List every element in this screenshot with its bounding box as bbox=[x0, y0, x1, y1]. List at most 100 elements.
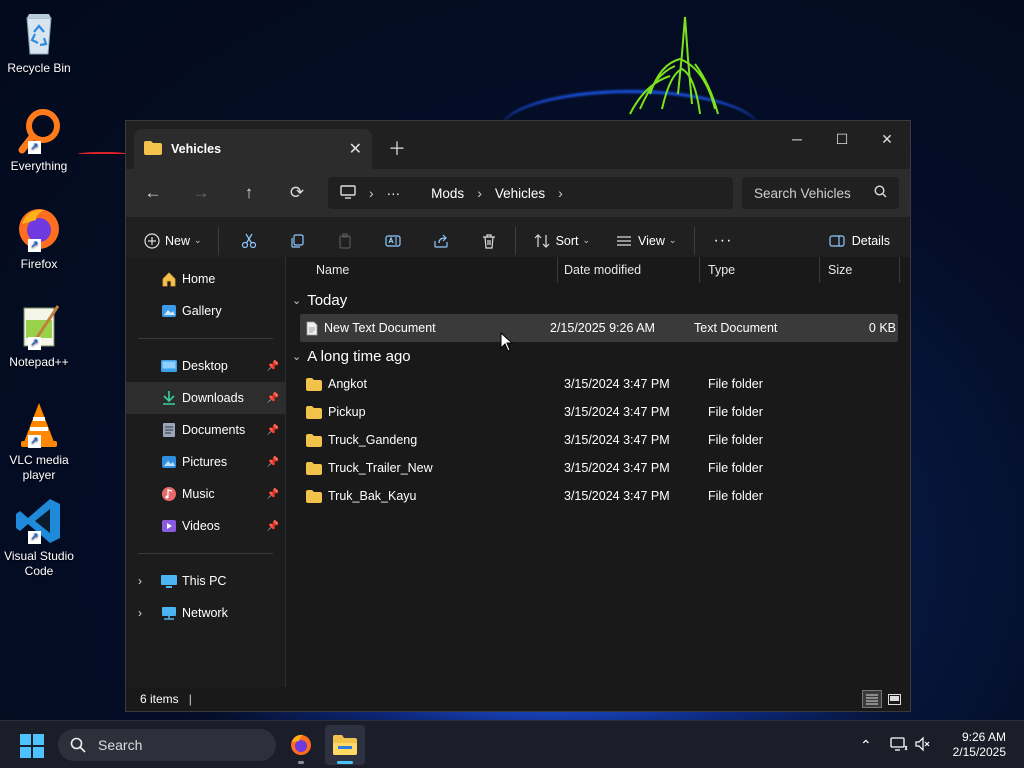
group-header-today[interactable]: ⌄ Today bbox=[286, 286, 910, 314]
desktop-icon-vlc[interactable]: ↗ VLC media player bbox=[0, 400, 78, 483]
shortcut-arrow-icon: ↗ bbox=[28, 337, 41, 350]
tiles-view-button[interactable] bbox=[884, 690, 904, 708]
music-icon bbox=[160, 485, 178, 503]
sidebar-item-network[interactable]: › Network bbox=[126, 597, 285, 629]
show-hidden-icons-chevron-icon[interactable]: ⌃ bbox=[860, 737, 872, 754]
column-header-name[interactable]: Name bbox=[308, 257, 558, 283]
text-file-icon bbox=[306, 321, 318, 336]
list-item[interactable]: Truck_Trailer_New 3/15/2024 3:47 PM File f… bbox=[286, 454, 910, 482]
desktop-icon-label: Recycle Bin bbox=[7, 61, 71, 75]
start-button[interactable] bbox=[20, 734, 44, 761]
sidebar-item-label: Documents bbox=[182, 423, 246, 437]
expand-chevron-icon[interactable]: › bbox=[138, 574, 142, 588]
close-window-button[interactable]: ✕ bbox=[864, 125, 910, 153]
breadcrumb-vehicles[interactable]: Vehicles bbox=[495, 186, 545, 201]
maximize-button[interactable]: ☐ bbox=[819, 125, 865, 153]
pin-icon[interactable]: 📌 bbox=[267, 489, 279, 500]
collapse-chevron-icon[interactable]: ⌄ bbox=[292, 294, 301, 307]
taskbar-clock[interactable]: 9:26 AM 2/15/2025 bbox=[953, 730, 1006, 760]
view-button[interactable]: View ⌄ bbox=[614, 231, 676, 251]
sidebar-item-gallery[interactable]: Gallery bbox=[126, 295, 285, 327]
refresh-button[interactable]: ⟳ bbox=[285, 181, 309, 205]
sidebar-item-desktop[interactable]: Desktop 📌 bbox=[126, 350, 285, 382]
tab-close-icon[interactable]: ✕ bbox=[349, 139, 362, 159]
copy-button[interactable] bbox=[287, 231, 307, 251]
taskbar-app-file-explorer[interactable] bbox=[325, 725, 365, 765]
column-header-date[interactable]: Date modified bbox=[556, 257, 700, 283]
expand-chevron-icon[interactable]: › bbox=[138, 606, 142, 620]
column-header-size[interactable]: Size bbox=[820, 257, 900, 283]
sort-button[interactable]: Sort ⌄ bbox=[532, 231, 590, 251]
share-button[interactable] bbox=[431, 231, 451, 251]
view-label: View bbox=[638, 233, 665, 248]
desktop-icon-everything[interactable]: ↗ Everything bbox=[0, 106, 78, 174]
toolbar-divider bbox=[514, 226, 516, 255]
breadcrumb-ellipsis[interactable]: ··· bbox=[387, 186, 401, 201]
shortcut-arrow-icon: ↗ bbox=[28, 531, 41, 544]
file-name-cell: New Text Document bbox=[306, 314, 436, 342]
sidebar-item-pictures[interactable]: Pictures 📌 bbox=[126, 446, 285, 478]
desktop-icon-firefox[interactable]: ↗ Firefox bbox=[0, 204, 78, 272]
breadcrumb-mods[interactable]: Mods bbox=[431, 186, 464, 201]
list-item[interactable]: New Text Document 2/15/2025 9:26 AM Text… bbox=[300, 314, 898, 342]
desktop-icon-notepadpp[interactable]: ↗ Notepad++ bbox=[0, 302, 78, 370]
rename-button[interactable] bbox=[383, 231, 403, 251]
up-button[interactable]: ↑ bbox=[237, 181, 261, 205]
address-bar[interactable]: › ··· Mods › Vehicles › bbox=[328, 177, 733, 209]
sidebar-divider bbox=[138, 553, 273, 554]
file-name: New Text Document bbox=[324, 321, 436, 335]
taskbar: Search ⌃ 9:26 AM 2/15/2025 bbox=[0, 720, 1024, 768]
pin-icon[interactable]: 📌 bbox=[267, 425, 279, 436]
list-item[interactable]: Truck_Gandeng 3/15/2024 3:47 PM File folde… bbox=[286, 426, 910, 454]
this-pc-icon bbox=[160, 572, 178, 590]
sidebar-item-this-pc[interactable]: › This PC bbox=[126, 565, 285, 597]
windows-logo-icon bbox=[20, 734, 44, 758]
forward-button[interactable]: → bbox=[189, 181, 213, 205]
file-date: 3/15/2024 3:47 PM bbox=[564, 489, 670, 503]
desktop-icon-recycle-bin[interactable]: Recycle Bin bbox=[0, 8, 78, 76]
minimize-button[interactable]: ─ bbox=[774, 125, 820, 153]
desktop-icon-label: Everything bbox=[10, 159, 68, 173]
file-name: Truck_Gandeng bbox=[328, 433, 418, 447]
more-options-button[interactable]: ··· bbox=[713, 232, 732, 250]
back-button[interactable]: ← bbox=[141, 181, 165, 205]
breadcrumb-chevron-icon[interactable]: › bbox=[477, 185, 482, 201]
sidebar-item-downloads[interactable]: Downloads 📌 bbox=[126, 382, 285, 414]
list-item[interactable]: Pickup 3/15/2024 3:47 PM File folder bbox=[286, 398, 910, 426]
paste-button[interactable] bbox=[335, 231, 355, 251]
breadcrumb-chevron-icon[interactable]: › bbox=[558, 185, 563, 201]
column-header-type[interactable]: Type bbox=[700, 257, 820, 283]
taskbar-app-firefox[interactable] bbox=[281, 725, 321, 765]
sidebar-item-home[interactable]: Home bbox=[126, 263, 285, 295]
file-name: Truck_Trailer_New bbox=[328, 461, 433, 475]
cut-button[interactable] bbox=[239, 231, 259, 251]
list-item[interactable]: Truk_Bak_Kayu 3/15/2024 3:47 PM File folde… bbox=[286, 482, 910, 510]
collapse-chevron-icon[interactable]: ⌄ bbox=[292, 350, 301, 363]
sidebar-item-label: This PC bbox=[182, 574, 227, 588]
sidebar-item-music[interactable]: Music 📌 bbox=[126, 478, 285, 510]
pin-icon[interactable]: 📌 bbox=[267, 361, 279, 372]
tab-vehicles[interactable]: Vehicles ✕ bbox=[134, 129, 372, 169]
breadcrumb-chevron-icon[interactable]: › bbox=[369, 185, 374, 201]
view-list-icon bbox=[614, 231, 634, 251]
search-box[interactable]: Search Vehicles bbox=[742, 177, 899, 209]
volume-muted-icon[interactable] bbox=[914, 736, 930, 755]
network-status-icon[interactable] bbox=[890, 736, 908, 755]
delete-button[interactable] bbox=[479, 231, 499, 251]
sidebar-item-documents[interactable]: Documents 📌 bbox=[126, 414, 285, 446]
details-view-button[interactable] bbox=[862, 690, 882, 708]
group-header-long-ago[interactable]: ⌄ A long time ago bbox=[286, 342, 910, 370]
details-pane-button[interactable]: Details bbox=[827, 231, 890, 251]
sidebar-item-videos[interactable]: Videos 📌 bbox=[126, 510, 285, 542]
file-name-cell: Angkot bbox=[306, 370, 367, 398]
pin-icon[interactable]: 📌 bbox=[267, 393, 279, 404]
group-label: Today bbox=[307, 291, 348, 309]
this-pc-icon[interactable] bbox=[340, 184, 356, 202]
pin-icon[interactable]: 📌 bbox=[267, 457, 279, 468]
list-item[interactable]: Angkot 3/15/2024 3:47 PM File folder bbox=[286, 370, 910, 398]
desktop-icon-vscode[interactable]: ↗ Visual Studio Code bbox=[0, 496, 78, 579]
new-button[interactable]: New ⌄ bbox=[142, 231, 202, 251]
taskbar-search-box[interactable]: Search bbox=[58, 729, 276, 761]
pin-icon[interactable]: 📌 bbox=[267, 521, 279, 532]
new-tab-button[interactable]: ＋ bbox=[388, 135, 406, 161]
